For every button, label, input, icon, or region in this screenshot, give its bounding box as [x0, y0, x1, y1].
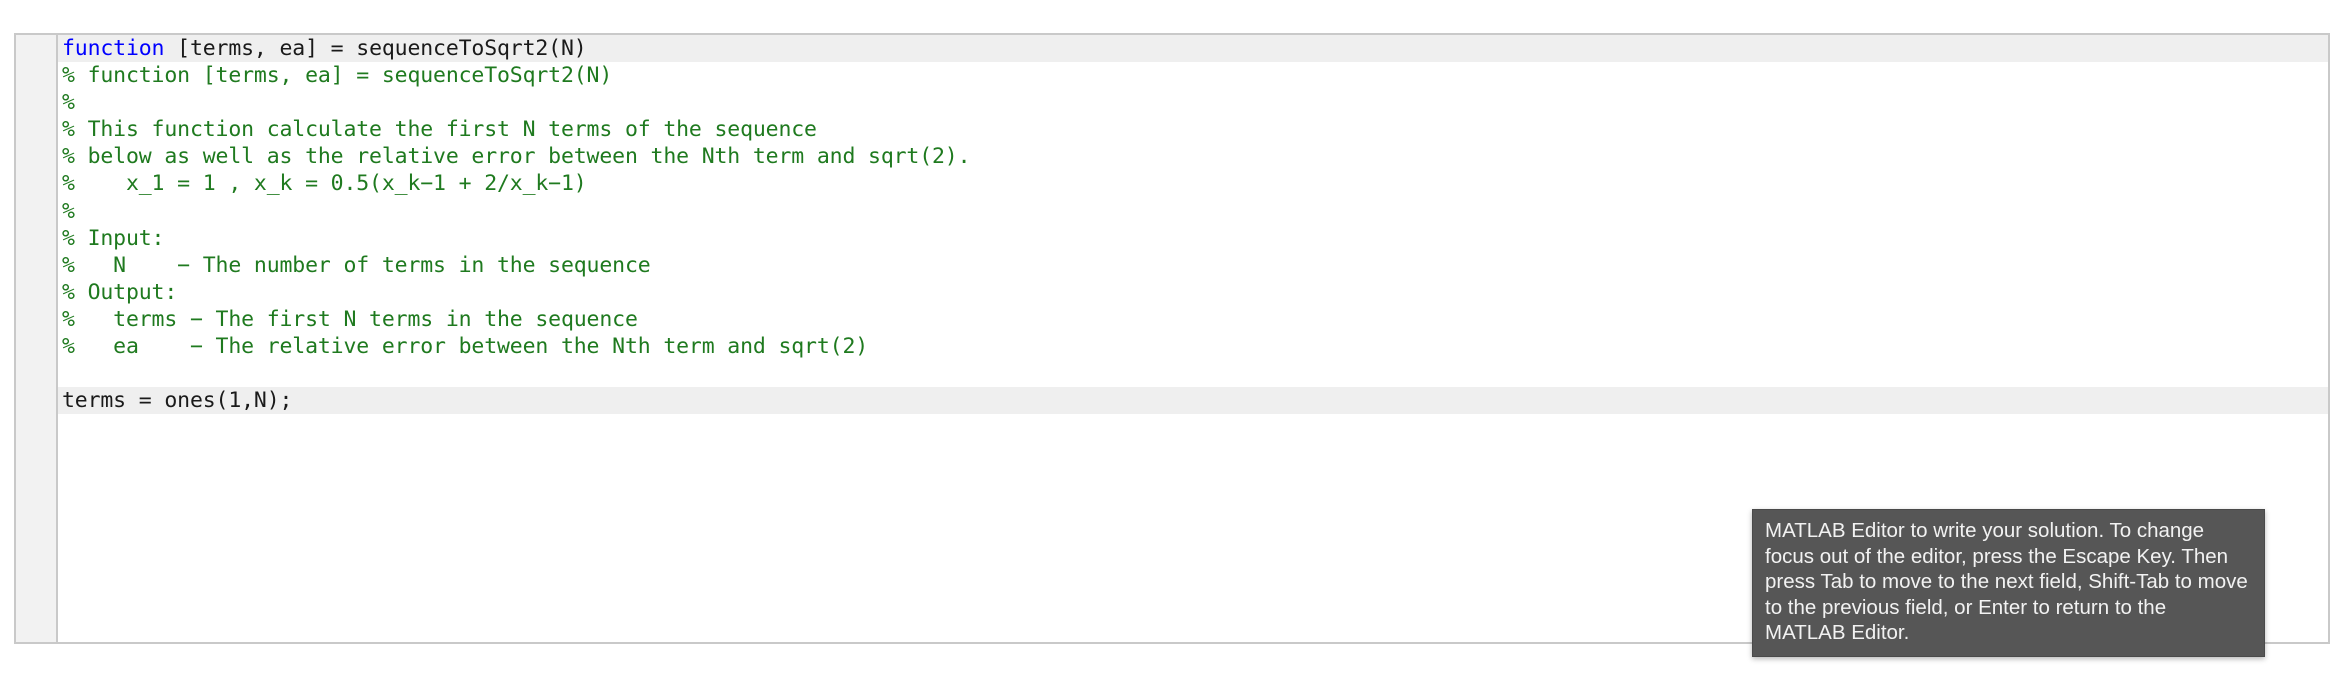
token-comment: % function [terms, ea] = sequenceToSqrt2…: [62, 63, 613, 89]
code-line[interactable]: 2% function [terms, ea] = sequenceToSqrt…: [16, 62, 2328, 89]
code-line[interactable]: 7%: [16, 198, 2328, 225]
code-line[interactable]: 4% This function calculate the first N t…: [16, 116, 2328, 143]
code-line[interactable]: 1function [terms, ea] = sequenceToSqrt2(…: [16, 35, 2328, 63]
code-line[interactable]: 9% N − The number of terms in the sequen…: [16, 252, 2328, 279]
code-line-list[interactable]: 1function [terms, ea] = sequenceToSqrt2(…: [16, 35, 2328, 441]
line-text: % function [terms, ea] = sequenceToSqrt2…: [62, 62, 612, 89]
line-text: %: [62, 89, 75, 116]
line-text: % terms − The first N terms in the seque…: [62, 306, 638, 333]
token-comment: % x_1 = 1 , x_k = 0.5(x_k−1 + 2/x_k−1): [62, 171, 587, 197]
code-line[interactable]: 14terms = ones(1,N);: [16, 387, 2328, 415]
line-number-gutter: [16, 35, 58, 642]
line-text: %: [62, 198, 75, 225]
line-text: % ea − The relative error between the Nt…: [62, 333, 868, 360]
line-text: % Input:: [62, 225, 165, 252]
line-text: terms = ones(1,N);: [62, 387, 292, 414]
token-comment: % Input:: [62, 225, 165, 251]
code-line[interactable]: 11% terms − The first N terms in the seq…: [16, 306, 2328, 333]
token-comment: % ea − The relative error between the Nt…: [62, 334, 869, 360]
line-text: function [terms, ea] = sequenceToSqrt2(N…: [62, 35, 587, 62]
token-comment: %: [62, 90, 75, 116]
token-comment: %: [62, 198, 75, 224]
code-line[interactable]: 10% Output:: [16, 279, 2328, 306]
code-line[interactable]: 15: [16, 414, 2328, 441]
token-comment: % N − The number of terms in the sequenc…: [62, 252, 651, 278]
token-comment: % This function calculate the first N te…: [62, 117, 817, 143]
code-line[interactable]: 5% below as well as the relative error b…: [16, 143, 2328, 170]
line-text: % N − The number of terms in the sequenc…: [62, 252, 651, 279]
token-comment: % Output:: [62, 279, 178, 305]
code-line[interactable]: 6% x_1 = 1 , x_k = 0.5(x_k−1 + 2/x_k−1): [16, 170, 2328, 197]
token-text: terms = ones(1,N);: [62, 388, 293, 414]
token-comment: % below as well as the relative error be…: [62, 144, 971, 170]
code-line[interactable]: 8% Input:: [16, 225, 2328, 252]
token-comment: % terms − The first N terms in the seque…: [62, 306, 638, 332]
code-line[interactable]: 3%: [16, 89, 2328, 116]
token-text: [terms, ea] = sequenceToSqrt2(N): [164, 36, 587, 61]
code-line[interactable]: 13: [16, 360, 2328, 387]
line-text: % Output:: [62, 279, 177, 306]
token-keyword: function: [62, 36, 165, 61]
line-text: % This function calculate the first N te…: [62, 116, 817, 143]
line-text: % x_1 = 1 , x_k = 0.5(x_k−1 + 2/x_k−1): [62, 170, 587, 197]
line-text: % below as well as the relative error be…: [62, 143, 971, 170]
code-line[interactable]: 12% ea − The relative error between the …: [16, 333, 2328, 360]
editor-instructions-tooltip: MATLAB Editor to write your solution. To…: [1752, 509, 2265, 657]
